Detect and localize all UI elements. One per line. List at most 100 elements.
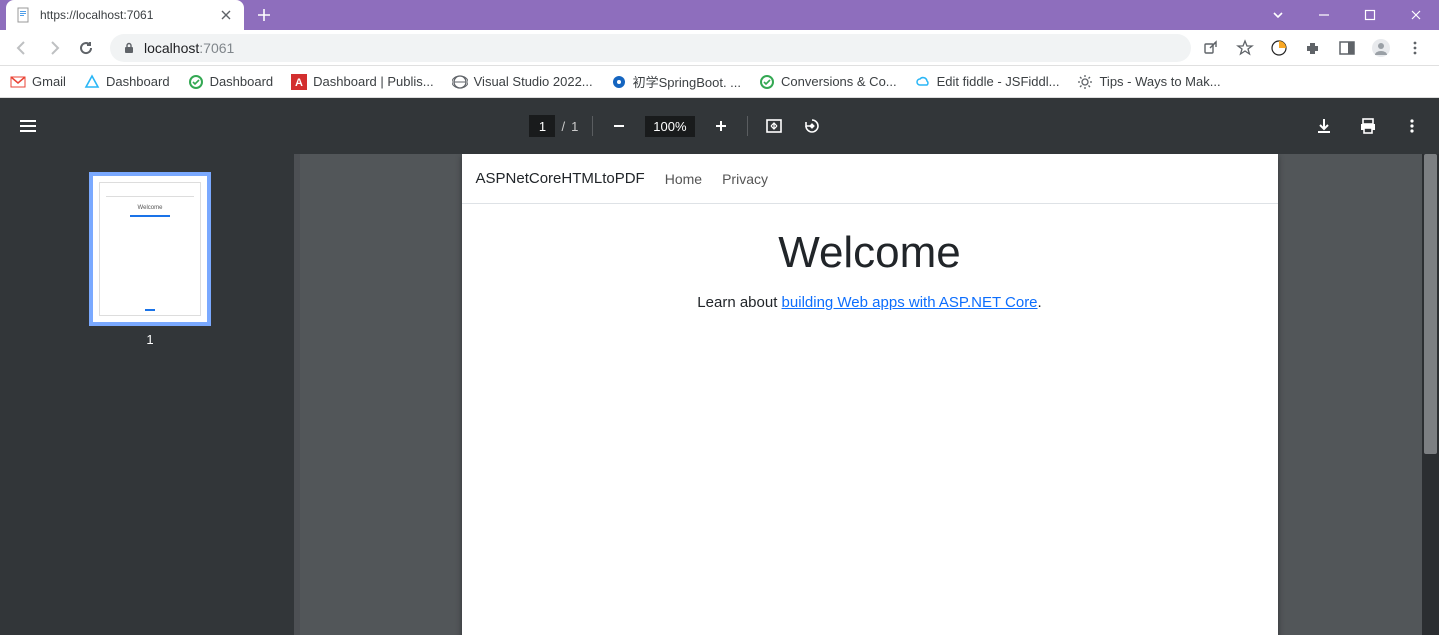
titlebar-spacer bbox=[278, 0, 1255, 30]
doc-brand: ASPNetCoreHTMLtoPDF bbox=[476, 170, 645, 187]
pdf-page: ASPNetCoreHTMLtoPDF Home Privacy Welcome… bbox=[462, 154, 1278, 635]
bookmark-label: Dashboard | Publis... bbox=[313, 74, 433, 89]
thumb-header bbox=[106, 189, 194, 197]
learn-prefix: Learn about bbox=[697, 294, 781, 311]
bookmark-springboot[interactable]: 初学SpringBoot. ... bbox=[611, 72, 741, 91]
thumb-inner: Welcome bbox=[99, 182, 201, 316]
green-circle-icon bbox=[188, 74, 204, 90]
doc-nav-privacy: Privacy bbox=[722, 171, 768, 187]
learn-suffix: . bbox=[1038, 294, 1042, 311]
thumbnail-sidebar: Welcome 1 bbox=[0, 154, 300, 635]
chrome-menu-icon[interactable] bbox=[1405, 38, 1425, 58]
tab-search-button[interactable] bbox=[1255, 0, 1301, 30]
learn-link: building Web apps with ASP.NET Core bbox=[782, 294, 1038, 311]
bookmark-gmail[interactable]: Gmail bbox=[10, 74, 66, 90]
nav-reload-button[interactable] bbox=[72, 34, 100, 62]
doc-learn-line: Learn about building Web apps with ASP.N… bbox=[462, 294, 1278, 311]
page-number-input[interactable] bbox=[529, 115, 555, 137]
window-close-button[interactable] bbox=[1393, 0, 1439, 30]
zoom-level[interactable]: 100% bbox=[645, 116, 694, 137]
thumb-link-line bbox=[130, 215, 170, 217]
browser-tab[interactable]: https://localhost:7061 bbox=[6, 0, 244, 30]
more-menu-button[interactable] bbox=[1401, 115, 1423, 137]
gmail-icon bbox=[10, 74, 26, 90]
green-circle-icon bbox=[759, 74, 775, 90]
profile-avatar-icon[interactable] bbox=[1371, 38, 1391, 58]
toolbar-right bbox=[1313, 115, 1423, 137]
doc-header: ASPNetCoreHTMLtoPDF Home Privacy bbox=[462, 154, 1278, 204]
thumbnail-wrap: Welcome 1 bbox=[89, 172, 211, 347]
address-bar-row: localhost:7061 bbox=[0, 30, 1439, 66]
zoom-in-button[interactable] bbox=[709, 114, 733, 138]
doc-body: Welcome Learn about building Web apps wi… bbox=[462, 204, 1278, 311]
svg-text:A: A bbox=[295, 77, 303, 89]
pdf-viewer: / 1 100% Welcome bbox=[0, 98, 1439, 635]
window-controls bbox=[1301, 0, 1439, 30]
address-host: localhost bbox=[144, 40, 199, 56]
cloud-icon bbox=[915, 74, 931, 90]
vertical-scrollbar[interactable] bbox=[1422, 154, 1439, 635]
thumb-foot-line bbox=[145, 309, 155, 311]
rotate-button[interactable] bbox=[800, 114, 824, 138]
window-maximize-button[interactable] bbox=[1347, 0, 1393, 30]
tab-title: https://localhost:7061 bbox=[40, 8, 210, 22]
download-button[interactable] bbox=[1313, 115, 1335, 137]
globe-icon bbox=[452, 74, 468, 90]
zoom-out-button[interactable] bbox=[607, 114, 631, 138]
page-separator: / bbox=[561, 119, 565, 134]
tab-strip: https://localhost:7061 bbox=[0, 0, 278, 30]
bookmark-dashboard-2[interactable]: Dashboard bbox=[188, 74, 274, 90]
bookmark-label: Gmail bbox=[32, 74, 66, 89]
bookmark-vs2022[interactable]: Visual Studio 2022... bbox=[452, 74, 593, 90]
nav-forward-button[interactable] bbox=[40, 34, 68, 62]
address-url: localhost:7061 bbox=[144, 40, 234, 56]
sidebar-toggle-button[interactable] bbox=[16, 114, 40, 138]
bookmark-label: Dashboard bbox=[210, 74, 274, 89]
window-minimize-button[interactable] bbox=[1301, 0, 1347, 30]
window-titlebar: https://localhost:7061 bbox=[0, 0, 1439, 30]
page-indicator: / 1 bbox=[529, 115, 578, 137]
page-total: 1 bbox=[571, 119, 578, 134]
address-omnibox[interactable]: localhost:7061 bbox=[110, 34, 1191, 62]
page-area[interactable]: ASPNetCoreHTMLtoPDF Home Privacy Welcome… bbox=[300, 154, 1439, 635]
extensions-icon[interactable] bbox=[1303, 38, 1323, 58]
bookmark-label: Tips - Ways to Mak... bbox=[1099, 74, 1220, 89]
bookmark-publis[interactable]: A Dashboard | Publis... bbox=[291, 74, 433, 90]
bookmark-tips[interactable]: Tips - Ways to Mak... bbox=[1077, 74, 1220, 90]
scroll-track bbox=[1424, 154, 1437, 635]
pdf-toolbar: / 1 100% bbox=[0, 98, 1439, 154]
new-tab-button[interactable] bbox=[250, 1, 278, 29]
fit-page-button[interactable] bbox=[762, 114, 786, 138]
page-thumbnail[interactable]: Welcome bbox=[89, 172, 211, 326]
side-panel-icon[interactable] bbox=[1337, 38, 1357, 58]
tri-icon bbox=[84, 74, 100, 90]
gear-icon bbox=[1077, 74, 1093, 90]
page-favicon bbox=[16, 7, 32, 23]
toolbar-divider bbox=[592, 116, 593, 136]
doc-nav-home: Home bbox=[665, 171, 702, 187]
bookmark-label: Edit fiddle - JSFiddl... bbox=[937, 74, 1060, 89]
bookmark-label: Conversions & Co... bbox=[781, 74, 897, 89]
scroll-thumb[interactable] bbox=[1424, 154, 1437, 454]
address-actions bbox=[1201, 38, 1431, 58]
toolbar-center: / 1 100% bbox=[40, 114, 1313, 138]
toolbar-divider bbox=[747, 116, 748, 136]
bookmark-label: Visual Studio 2022... bbox=[474, 74, 593, 89]
ext-icon-1[interactable] bbox=[1269, 38, 1289, 58]
bookmark-conversions[interactable]: Conversions & Co... bbox=[759, 74, 897, 90]
spring-icon bbox=[611, 74, 627, 90]
tab-close-icon[interactable] bbox=[218, 7, 234, 23]
bookmark-star-icon[interactable] bbox=[1235, 38, 1255, 58]
print-button[interactable] bbox=[1357, 115, 1379, 137]
bookmark-dashboard-1[interactable]: Dashboard bbox=[84, 74, 170, 90]
thumbnail-page-number: 1 bbox=[146, 332, 153, 347]
viewer-body: Welcome 1 ASPNetCoreHTMLtoPDF Home Priva… bbox=[0, 154, 1439, 635]
bookmarks-bar: Gmail Dashboard Dashboard A Dashboard | P… bbox=[0, 66, 1439, 98]
address-port: :7061 bbox=[199, 40, 234, 56]
thumb-title-text: Welcome bbox=[100, 205, 200, 211]
nav-back-button[interactable] bbox=[8, 34, 36, 62]
lock-icon bbox=[122, 41, 136, 55]
bookmark-jsfiddle[interactable]: Edit fiddle - JSFiddl... bbox=[915, 74, 1060, 90]
doc-heading: Welcome bbox=[462, 228, 1278, 278]
share-icon[interactable] bbox=[1201, 38, 1221, 58]
